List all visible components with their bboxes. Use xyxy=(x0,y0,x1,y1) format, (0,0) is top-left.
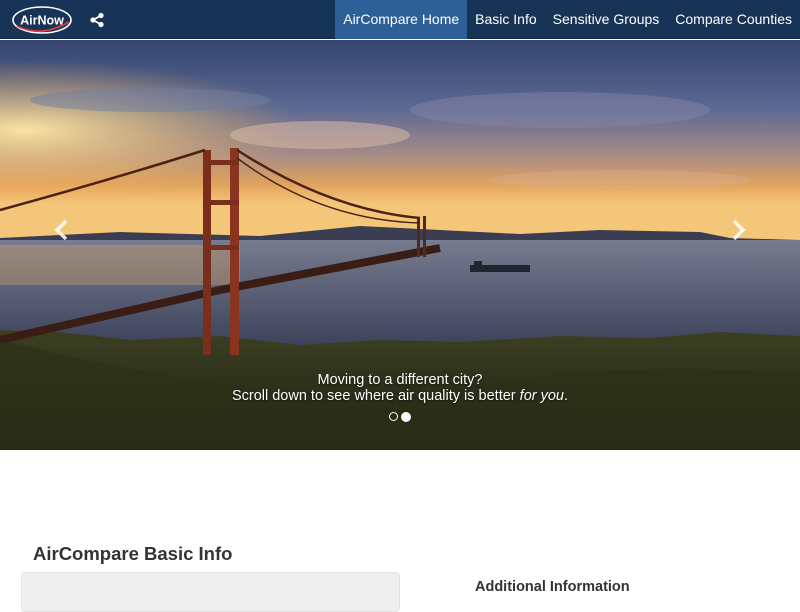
nav-basic-info[interactable]: Basic Info xyxy=(467,0,544,39)
carousel-indicators xyxy=(389,411,411,422)
section-title: AirCompare Basic Info xyxy=(33,543,233,564)
main-nav: AirCompare Home Basic Info Sensitive Gro… xyxy=(335,0,800,39)
carousel-caption-line-1: Moving to a different city? xyxy=(317,372,483,388)
additional-information-title: Additional Information xyxy=(475,579,630,595)
logo-text: AirNow xyxy=(20,14,64,28)
nav-aircompare-home[interactable]: AirCompare Home xyxy=(335,0,468,39)
caption-emphasis: for you xyxy=(519,388,565,404)
chevron-left-icon xyxy=(54,219,68,241)
carousel-caption-line-2: Scroll down to see where air quality is … xyxy=(0,388,800,405)
carousel-next-button[interactable] xyxy=(726,218,750,242)
airnow-logo[interactable]: AirNow xyxy=(11,4,75,36)
carousel-indicator-1[interactable] xyxy=(389,412,398,421)
caption-period: . xyxy=(564,388,569,404)
nav-compare-counties[interactable]: Compare Counties xyxy=(667,0,800,39)
carousel-prev-button[interactable] xyxy=(50,218,74,242)
nav-sensitive-groups[interactable]: Sensitive Groups xyxy=(545,0,668,39)
chevron-right-icon xyxy=(732,219,746,241)
share-icon[interactable] xyxy=(89,12,105,28)
top-navbar: AirNow AirCompare Home Basic Info Sensit… xyxy=(0,0,800,39)
caption-text: Scroll down to see where air quality is … xyxy=(231,388,520,404)
carousel-indicator-2[interactable] xyxy=(401,411,411,422)
hero-carousel: Moving to a different city? Scroll down … xyxy=(0,40,800,450)
basic-info-panel xyxy=(21,572,400,612)
